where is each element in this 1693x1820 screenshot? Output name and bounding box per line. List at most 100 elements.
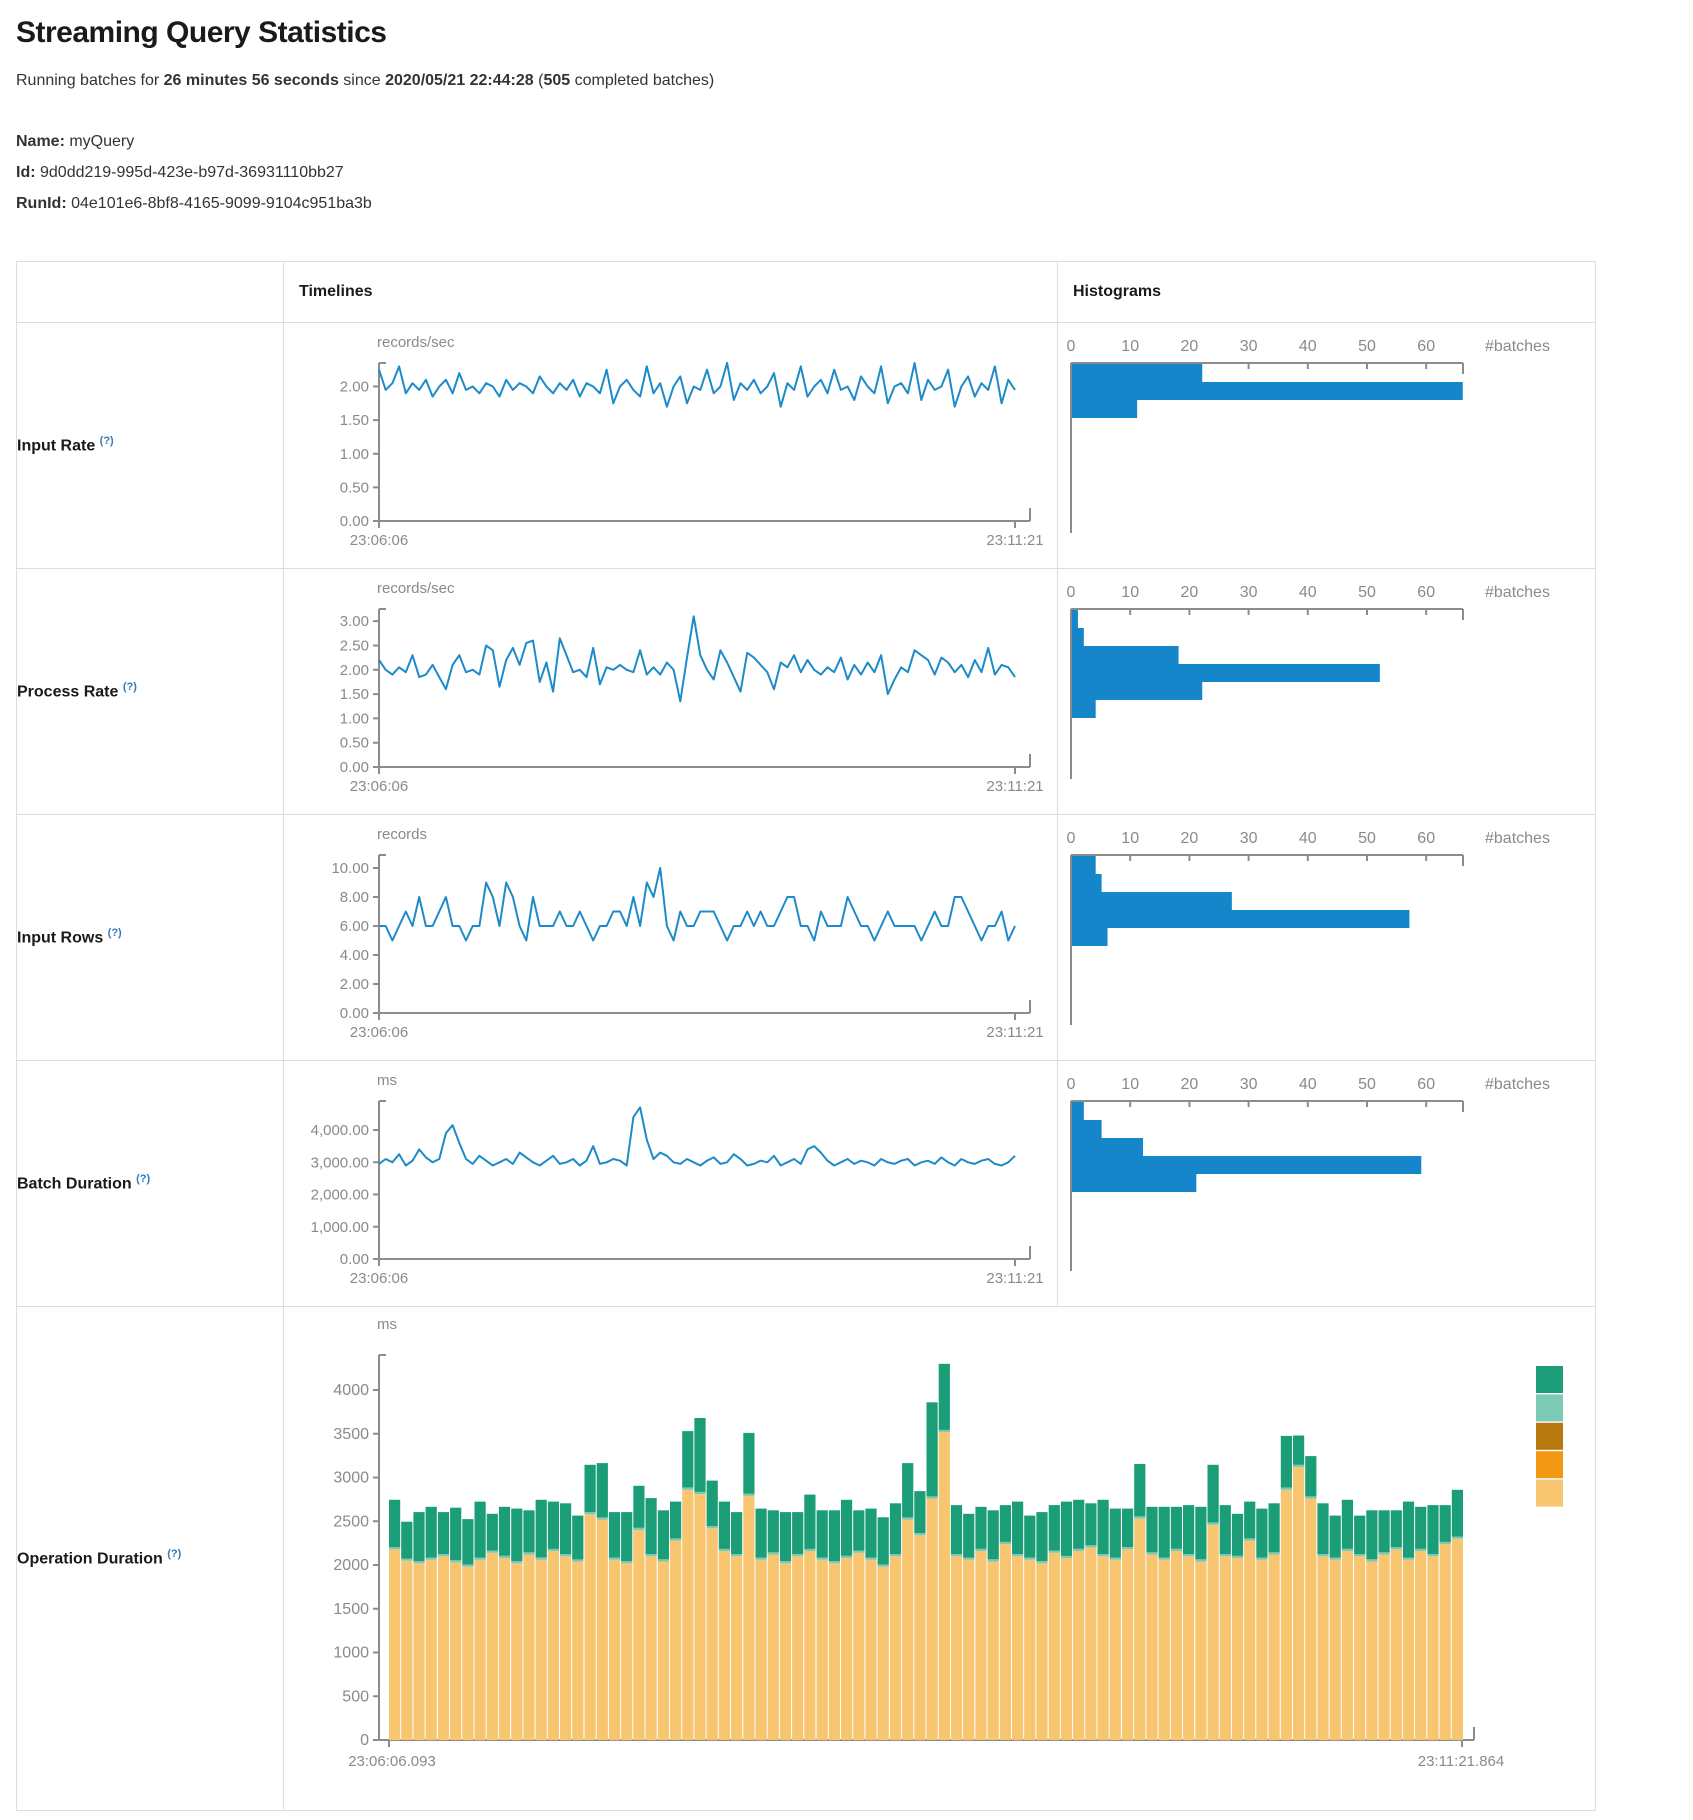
- svg-text:0.50: 0.50: [340, 479, 369, 496]
- svg-text:4000: 4000: [333, 1382, 369, 1399]
- operation-duration-bar: [413, 1512, 424, 1740]
- svg-text:2.00: 2.00: [340, 379, 369, 396]
- svg-text:1,000.00: 1,000.00: [311, 1219, 369, 1236]
- operation-duration-bar: [1281, 1436, 1292, 1740]
- operation-duration-bar: [1379, 1510, 1390, 1740]
- svg-text:records/sec: records/sec: [377, 580, 455, 597]
- operation-duration-bar: [475, 1502, 486, 1741]
- input-rows-histogram-chart: 0102030405060#batches: [1058, 815, 1595, 1060]
- svg-text:50: 50: [1358, 830, 1376, 847]
- histogram-bar: [1072, 1156, 1421, 1174]
- operation-duration-bar: [1232, 1514, 1243, 1740]
- svg-text:20: 20: [1181, 830, 1199, 847]
- operation-duration-stacked-chart: ms4000350030002500200015001000500023:06:…: [284, 1307, 1595, 1810]
- row-label-input-rate: Input Rate (?): [17, 323, 284, 569]
- query-info: Name: myQuery Id: 9d0dd219-995d-423e-b97…: [16, 126, 1676, 219]
- operation-duration-bar: [1024, 1516, 1035, 1741]
- process-rate-histogram-chart: 0102030405060#batches: [1058, 569, 1595, 814]
- svg-text:60: 60: [1417, 830, 1435, 847]
- operation-duration-bar: [597, 1463, 608, 1740]
- histogram-bar: [1072, 382, 1463, 400]
- legend-swatch: [1536, 1480, 1563, 1507]
- histogram-bar: [1072, 928, 1108, 946]
- operation-duration-bar: [988, 1510, 999, 1740]
- operation-duration-bar: [1330, 1516, 1341, 1741]
- timeline-svg: ms4,000.003,000.002,000.001,000.000.0023…: [284, 1061, 1055, 1306]
- row-label-batch-duration: Batch Duration (?): [17, 1061, 284, 1307]
- operation-duration-bar: [511, 1509, 522, 1741]
- operation-duration-bar: [951, 1505, 962, 1740]
- operation-duration-chart-cell: ms4000350030002500200015001000500023:06:…: [284, 1307, 1596, 1811]
- table-row: Input Rows (?) records10.008.006.004.002…: [17, 815, 1596, 1061]
- input-rows-help-icon[interactable]: (?): [108, 927, 122, 939]
- operation-duration-bar: [450, 1508, 461, 1740]
- operation-duration-bar: [1452, 1490, 1463, 1740]
- input-rate-help-icon[interactable]: (?): [100, 435, 114, 447]
- input-rate-histogram-cell: 0102030405060#batches: [1058, 323, 1596, 569]
- svg-text:ms: ms: [377, 1072, 397, 1089]
- process-rate-help-icon[interactable]: (?): [123, 681, 137, 693]
- operation-duration-bar: [694, 1418, 705, 1740]
- timeline-line-series: [379, 616, 1015, 701]
- batch-duration-help-icon[interactable]: (?): [136, 1173, 150, 1185]
- operation-duration-bar: [975, 1507, 986, 1740]
- operation-duration-bar: [658, 1510, 669, 1740]
- svg-text:23:06:06.093: 23:06:06.093: [348, 1753, 436, 1770]
- histogram-bar: [1072, 856, 1096, 874]
- svg-text:40: 40: [1299, 584, 1317, 601]
- table-row: Operation Duration (?) ms400035003000250…: [17, 1307, 1596, 1811]
- histogram-bar: [1072, 1174, 1196, 1192]
- svg-text:10: 10: [1121, 584, 1139, 601]
- svg-text:0.00: 0.00: [340, 513, 369, 530]
- svg-text:1.50: 1.50: [340, 686, 369, 703]
- histogram-bar: [1072, 664, 1380, 682]
- operation-duration-bar: [1171, 1507, 1182, 1740]
- operation-duration-bar: [462, 1519, 473, 1740]
- histogram-bar: [1072, 646, 1179, 664]
- svg-text:23:06:06: 23:06:06: [350, 1270, 408, 1287]
- operation-duration-bar: [841, 1500, 852, 1740]
- svg-text:20: 20: [1181, 338, 1199, 355]
- svg-text:30: 30: [1240, 1076, 1258, 1093]
- timeline-svg: records/sec2.001.501.000.500.0023:06:062…: [284, 323, 1055, 568]
- operation-duration-bar: [914, 1491, 925, 1740]
- svg-text:0.50: 0.50: [340, 735, 369, 752]
- svg-text:23:11:21: 23:11:21: [986, 778, 1043, 795]
- page-title: Streaming Query Statistics: [16, 16, 1676, 50]
- operation-duration-bar: [719, 1502, 730, 1740]
- operation-duration-bar: [1208, 1465, 1219, 1740]
- histogram-bar: [1072, 1120, 1102, 1138]
- input-rate-histogram-chart: 0102030405060#batches: [1058, 323, 1595, 568]
- query-runid-value: 04e101e6-8bf8-4165-9099-9104c951ba3b: [67, 195, 372, 212]
- svg-text:4,000.00: 4,000.00: [311, 1122, 369, 1139]
- operation-duration-bar: [853, 1510, 864, 1740]
- svg-text:4.00: 4.00: [340, 947, 369, 964]
- svg-text:23:06:06: 23:06:06: [350, 778, 408, 795]
- svg-text:1.50: 1.50: [340, 412, 369, 429]
- svg-text:30: 30: [1240, 338, 1258, 355]
- svg-text:23:11:21.864: 23:11:21.864: [1418, 1753, 1504, 1770]
- timeline-line-series: [379, 1107, 1015, 1165]
- svg-text:0: 0: [1067, 830, 1076, 847]
- svg-text:0.00: 0.00: [340, 759, 369, 776]
- summary-duration: 26 minutes 56 seconds: [164, 72, 339, 89]
- row-label-input-rows: Input Rows (?): [17, 815, 284, 1061]
- operation-duration-bar: [548, 1502, 559, 1740]
- svg-text:#batches: #batches: [1485, 830, 1550, 847]
- operation-duration-help-icon[interactable]: (?): [167, 1548, 181, 1560]
- histogram-svg: 0102030405060#batches: [1058, 1061, 1593, 1306]
- query-runid-line: RunId: 04e101e6-8bf8-4165-9099-9104c951b…: [16, 188, 1676, 219]
- page-root: Streaming Query Statistics Running batch…: [16, 0, 1676, 1811]
- timeline-line-series: [379, 363, 1015, 407]
- query-runid-label: RunId:: [16, 195, 67, 212]
- batch-duration-timeline-chart: ms4,000.003,000.002,000.001,000.000.0023…: [284, 1061, 1057, 1306]
- input-rate-timeline-cell: records/sec2.001.501.000.500.0023:06:062…: [284, 323, 1058, 569]
- operation-duration-bar: [1342, 1500, 1353, 1740]
- operation-duration-bar: [1146, 1507, 1157, 1740]
- histogram-bar: [1072, 400, 1137, 418]
- query-id-label: Id:: [16, 164, 36, 181]
- svg-text:23:06:06: 23:06:06: [350, 532, 408, 549]
- svg-text:60: 60: [1417, 1076, 1435, 1093]
- operation-duration-bar: [536, 1500, 547, 1740]
- row-label-operation-duration: Operation Duration (?): [17, 1307, 284, 1811]
